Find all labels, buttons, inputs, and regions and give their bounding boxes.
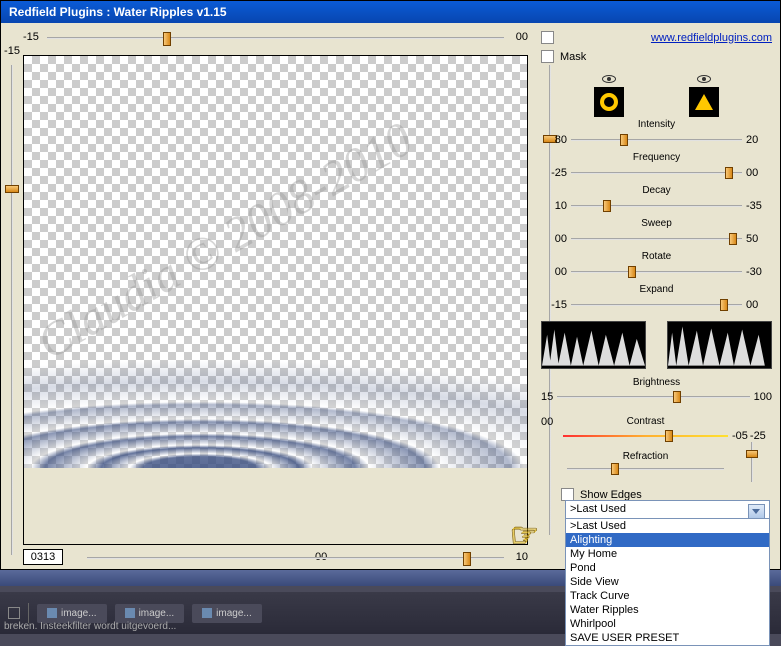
param-decay[interactable]: Decay10-35 [541, 197, 772, 216]
param-thumb[interactable] [720, 299, 728, 311]
param-name: Rotate [541, 251, 772, 262]
frame-counter: 0313 [23, 549, 63, 565]
param-name: Sweep [541, 218, 772, 229]
preview-canvas[interactable]: Claudia © 2008-2010 [24, 56, 527, 468]
param-right-val: 00 [746, 167, 772, 179]
param-sweep[interactable]: Sweep0050 [541, 230, 772, 249]
eye-icon [697, 75, 711, 83]
eye-icon [602, 75, 616, 83]
contrast-label: Contrast [563, 416, 728, 427]
mask-checkbox[interactable] [541, 50, 554, 63]
param-left-val: -15 [541, 299, 567, 311]
taskbar-item[interactable]: image... [37, 604, 107, 623]
preset-item[interactable]: Pond [566, 561, 769, 575]
top-slider[interactable]: -15 00 [23, 29, 528, 47]
param-name: Frequency [541, 152, 772, 163]
waveform-right[interactable] [667, 321, 772, 369]
param-left-val: 10 [541, 200, 567, 212]
param-right-val: 50 [746, 233, 772, 245]
preset-item[interactable]: Alighting [566, 533, 769, 547]
bottom-slider-thumb[interactable] [463, 552, 471, 566]
ring-icon [600, 93, 618, 111]
contrast-left: 00 [541, 416, 559, 428]
param-right-val: -30 [746, 266, 772, 278]
param-left-val: -25 [541, 167, 567, 179]
param-rotate[interactable]: Rotate00-30 [541, 263, 772, 282]
preset-item[interactable]: SAVE USER PRESET [566, 631, 769, 645]
preset-list: >Last UsedAlightingMy HomePondSide ViewT… [566, 519, 769, 645]
preset-item[interactable]: Side View [566, 575, 769, 589]
website-link[interactable]: www.redfieldplugins.com [651, 32, 772, 44]
right-panel: www.redfieldplugins.com Mask Intensity 80… [541, 31, 772, 557]
brightness-left: 15 [541, 391, 553, 403]
left-slider-thumb[interactable] [5, 185, 19, 193]
refraction-slider[interactable] [567, 462, 724, 476]
pointing-hand-icon: ☜ [510, 516, 539, 554]
preview-area: Claudia © 2008-2010 [23, 55, 528, 545]
show-edges-label: Show Edges [580, 489, 642, 501]
refraction-val2: -25 [750, 430, 766, 442]
waveform-left[interactable] [541, 321, 646, 369]
param-thumb[interactable] [729, 233, 737, 245]
param-right-val: 20 [746, 134, 772, 146]
param-name: Expand [541, 284, 772, 295]
contrast-slider[interactable] [563, 429, 728, 443]
param-thumb[interactable] [620, 134, 628, 146]
param-right-val: -35 [746, 200, 772, 212]
refraction-label: Refraction [563, 451, 728, 462]
brightness-label: Brightness [541, 377, 772, 388]
brightness-slider[interactable] [557, 390, 749, 404]
param-thumb[interactable] [628, 266, 636, 278]
brightness-right: 100 [754, 391, 772, 403]
preset-dropdown[interactable]: >Last Used >Last UsedAlightingMy HomePon… [565, 500, 770, 646]
param-thumb[interactable] [603, 200, 611, 212]
taskbar-item[interactable]: image... [192, 604, 262, 623]
param-name: Intensity [541, 119, 772, 130]
param-right-val: 00 [746, 299, 772, 311]
taskbar-item[interactable]: image... [115, 604, 185, 623]
bottom-slider[interactable]: 00 10 [63, 549, 528, 567]
preset-item[interactable]: Whirlpool [566, 617, 769, 631]
param-intensity[interactable]: Intensity8020 [541, 131, 772, 150]
param-expand[interactable]: Expand-1500 [541, 296, 772, 315]
chevron-down-icon [752, 509, 760, 514]
param-thumb[interactable] [725, 167, 733, 179]
param-left-val: 00 [541, 266, 567, 278]
top-slider-thumb[interactable] [163, 32, 171, 46]
preset-item[interactable]: My Home [566, 547, 769, 561]
top-slider-left-label: -15 [23, 31, 39, 43]
preset-item[interactable]: Water Ripples [566, 603, 769, 617]
left-slider[interactable]: -15 [3, 55, 21, 565]
preset-selected[interactable]: >Last Used [566, 501, 769, 519]
top-slider-right-label: 00 [516, 31, 528, 43]
status-text: breken. Insteekfilter wordt uitgevoerd..… [4, 621, 176, 632]
titlebar[interactable]: Redfield Plugins : Water Ripples v1.15 [1, 1, 780, 23]
param-frequency[interactable]: Frequency-2500 [541, 164, 772, 183]
ripple-type-ring[interactable] [594, 75, 624, 117]
refraction-val: -05 [732, 430, 748, 442]
preset-item[interactable]: Track Curve [566, 589, 769, 603]
reset-box[interactable] [541, 31, 554, 44]
preset-item[interactable]: >Last Used [566, 519, 769, 533]
refraction-vslider-thumb[interactable] [746, 450, 758, 458]
plugin-window: Redfield Plugins : Water Ripples v1.15 -… [0, 0, 781, 570]
param-left-val: 80 [541, 134, 567, 146]
ripple-type-triangle[interactable] [689, 75, 719, 117]
taskbar-icon[interactable] [8, 607, 20, 619]
preset-selected-text: >Last Used [570, 503, 626, 515]
triangle-icon [695, 94, 713, 110]
left-slider-label: -15 [3, 45, 21, 57]
param-name: Decay [541, 185, 772, 196]
mask-label: Mask [560, 51, 586, 63]
param-left-val: 00 [541, 233, 567, 245]
